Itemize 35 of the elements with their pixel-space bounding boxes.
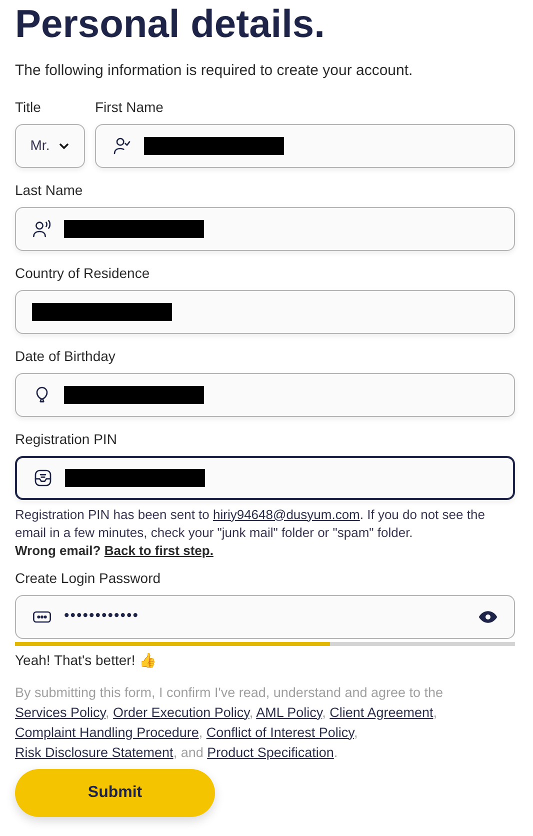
submit-button[interactable]: Submit <box>15 768 215 816</box>
pin-sent-note: Registration PIN has been sent to hiriy94648@dusyum.com. If you do not see the email in a few minutes, check your "junk mail" folder or "spam" folder. <box>15 506 486 542</box>
field-label: Title <box>15 98 42 116</box>
policy-link[interactable]: hiriy94648@dusyum.com <box>213 506 360 522</box>
field-label: Country of Residence <box>15 264 151 283</box>
password-value: •••••••••••• <box>64 606 140 626</box>
field-label: Registration PIN <box>15 430 118 449</box>
strength-feedback: Yeah! That's better! 👍 <box>15 650 158 670</box>
text-field[interactable] <box>15 372 515 416</box>
policy-link[interactable]: Order Execution Policy <box>113 704 250 720</box>
back-link[interactable]: Back to first step. <box>104 542 214 558</box>
field-label: Date of Birthday <box>15 346 116 366</box>
policy-link[interactable]: Services Policy <box>15 704 106 720</box>
policy-link[interactable]: Client Agreement <box>330 704 434 720</box>
page-subtitle: The following information is required to create your account. <box>15 61 414 81</box>
user-voice-icon <box>32 218 52 238</box>
text-field[interactable] <box>95 124 515 168</box>
policy-link[interactable]: Product Specification <box>207 744 334 760</box>
text-field[interactable] <box>15 456 515 500</box>
field-label: Last Name <box>15 180 84 200</box>
password-field[interactable]: •••••••••••• <box>15 594 515 638</box>
page-heading: Personal details. <box>15 2 326 48</box>
text-field[interactable] <box>15 206 515 250</box>
inbox-icon <box>33 468 53 488</box>
field-label: Create Login Password <box>15 568 162 588</box>
user-check-icon <box>112 136 132 156</box>
policy-link[interactable]: Complaint Handling Procedure <box>15 724 199 740</box>
consent-text: By submitting this form, I confirm I've read, understand and agree to the Services Policy, Order Execution Policy, AML Policy, Client Agreement, Complaint Handling Procedure, Conflict of Interest Policy, Risk Disclosure Statement, and Product Specification. <box>15 684 444 762</box>
policy-link[interactable]: Conflict of Interest Policy <box>206 724 354 740</box>
text-field[interactable] <box>15 290 515 334</box>
policy-link[interactable]: Risk Disclosure Statement <box>15 744 174 760</box>
title-select[interactable]: Mr. <box>15 124 85 168</box>
policy-link[interactable]: AML Policy <box>256 704 322 720</box>
wrong-email-text: Wrong email? <box>15 542 101 558</box>
field-label: First Name <box>95 98 164 116</box>
